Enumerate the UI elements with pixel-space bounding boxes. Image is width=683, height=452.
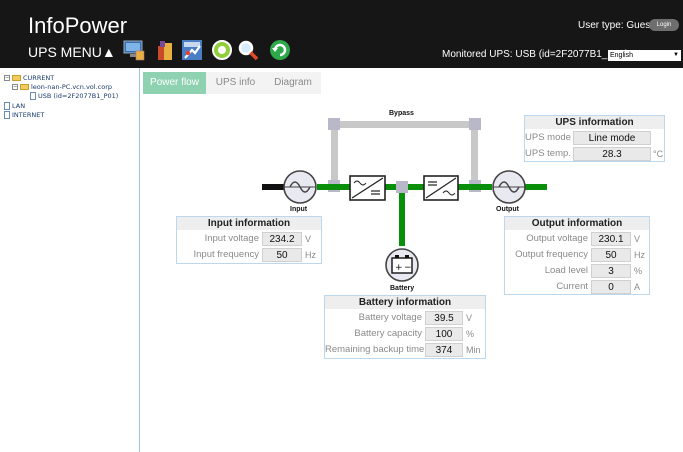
- remaining-backup-time-label: Remaining backup time: [325, 344, 425, 355]
- output-frequency-unit: Hz: [634, 250, 645, 260]
- battery-label: Battery: [390, 285, 415, 292]
- input-frequency-value: 50: [262, 248, 302, 262]
- input-voltage-unit: V: [305, 234, 312, 244]
- ups-mode-value: Line mode: [573, 131, 651, 145]
- battery-info-title: Battery information: [325, 296, 485, 309]
- svg-text:+: +: [395, 263, 403, 273]
- battery-icon: + −: [385, 248, 419, 282]
- load-level-unit: %: [634, 266, 643, 276]
- battery-voltage-value: 39.5: [425, 311, 463, 325]
- input-ac-icon: [283, 170, 317, 204]
- ups-temp-unit: °C: [653, 149, 664, 159]
- input-frequency-unit: Hz: [305, 250, 316, 260]
- ups-mode-label: UPS mode: [525, 132, 571, 143]
- input-frequency-label: Input frequency: [193, 249, 260, 260]
- current-label: Current: [556, 281, 588, 292]
- ups-info-title: UPS information: [525, 116, 664, 129]
- battery-voltage-label: Battery voltage: [358, 312, 422, 323]
- load-level-label: Load level: [544, 265, 588, 276]
- battery-capacity-label: Battery capacity: [354, 328, 422, 339]
- input-info-title: Input information: [177, 217, 321, 230]
- output-ac-icon: [492, 170, 526, 204]
- battery-voltage-unit: V: [466, 313, 473, 323]
- output-voltage-label: Output voltage: [526, 233, 588, 244]
- output-info-title: Output information: [505, 217, 649, 230]
- output-label: Output: [496, 206, 519, 213]
- battery-info-panel: Battery information Battery voltage 39.5…: [324, 295, 486, 359]
- bypass-label: Bypass: [389, 110, 414, 117]
- svg-text:−: −: [404, 263, 412, 273]
- load-level-value: 3: [591, 264, 631, 278]
- output-frequency-value: 50: [591, 248, 631, 262]
- inverter-icon: [423, 175, 459, 201]
- battery-capacity-unit: %: [466, 329, 475, 339]
- current-value: 0: [591, 280, 631, 294]
- output-voltage-unit: V: [634, 234, 641, 244]
- input-label: Input: [290, 206, 308, 213]
- output-info-panel: Output information Output voltage 230.1 …: [504, 216, 650, 295]
- current-unit: A: [634, 282, 641, 292]
- remaining-backup-time-value: 374: [425, 343, 463, 357]
- rectifier-icon: [349, 175, 386, 201]
- remaining-backup-time-unit: Min: [466, 345, 481, 355]
- ups-temp-label: UPS temp.: [525, 148, 571, 159]
- output-frequency-label: Output frequency: [515, 249, 588, 260]
- battery-capacity-value: 100: [425, 327, 463, 341]
- input-voltage-label: Input voltage: [204, 233, 259, 244]
- output-voltage-value: 230.1: [591, 232, 631, 246]
- ups-info-panel: UPS information UPS mode Line mode UPS t…: [524, 115, 665, 162]
- input-info-panel: Input information Input voltage 234.2 V …: [176, 216, 322, 264]
- input-voltage-value: 234.2: [262, 232, 302, 246]
- ups-temp-value: 28.3: [573, 147, 651, 161]
